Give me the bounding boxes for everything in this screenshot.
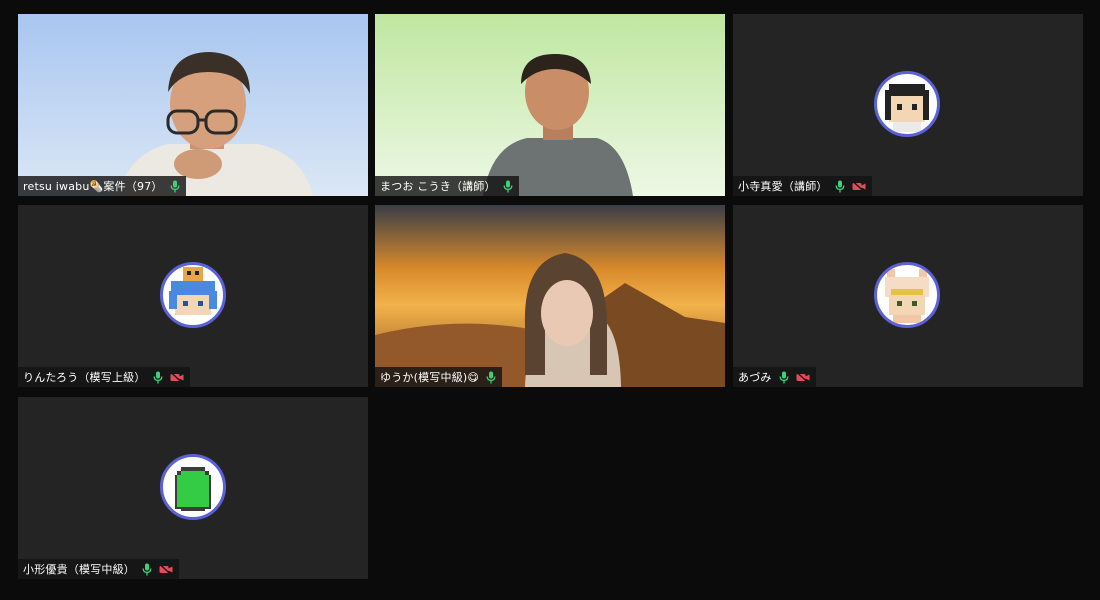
participant-namebar-7: 小形優貴（模写中級）	[18, 559, 179, 579]
participant-tile-5[interactable]: ゆうか(模写中級)😋	[375, 205, 725, 387]
camera-off-icon[interactable]	[159, 563, 173, 575]
participant-namebar-6: あづみ	[733, 367, 816, 387]
camera-off-icon[interactable]	[170, 371, 184, 383]
participant-name-6: あづみ	[738, 371, 772, 384]
microphone-icon[interactable]	[142, 563, 152, 576]
participant-tile-2[interactable]: まつお こうき（講師）	[375, 14, 725, 196]
participant-video-5	[375, 205, 725, 387]
participant-name-3: 小寺真愛（講師）	[738, 180, 828, 193]
participant-namebar-3: 小寺真愛（講師）	[733, 176, 872, 196]
avatar	[160, 454, 226, 520]
avatar	[874, 262, 940, 328]
microphone-icon[interactable]	[170, 180, 180, 193]
participant-tile-4[interactable]: りんたろう（模写上級）	[18, 205, 368, 387]
participant-tile-6[interactable]: あづみ	[733, 205, 1083, 387]
participant-tile-1[interactable]: retsu iwabu🌯案件（97）	[18, 14, 368, 196]
participant-video-2	[375, 14, 725, 196]
participant-name-4: りんたろう（模写上級）	[23, 371, 146, 384]
camera-off-icon[interactable]	[796, 371, 810, 383]
microphone-icon[interactable]	[486, 371, 496, 384]
avatar	[160, 262, 226, 328]
participant-namebar-2: まつお こうき（講師）	[375, 176, 519, 196]
participant-namebar-4: りんたろう（模写上級）	[18, 367, 190, 387]
participant-tile-7[interactable]: 小形優貴（模写中級）	[18, 397, 368, 579]
participant-namebar-5: ゆうか(模写中級)😋	[375, 367, 503, 387]
participant-name-2: まつお こうき（講師）	[380, 180, 496, 193]
microphone-icon[interactable]	[779, 371, 789, 384]
avatar	[874, 71, 940, 137]
camera-off-icon[interactable]	[852, 180, 866, 192]
participant-namebar-1: retsu iwabu🌯案件（97）	[18, 176, 186, 196]
microphone-icon[interactable]	[503, 180, 513, 193]
participant-tile-3[interactable]: 小寺真愛（講師）	[733, 14, 1083, 196]
participant-video-1	[18, 14, 368, 196]
participant-name-7: 小形優貴（模写中級）	[23, 563, 135, 576]
microphone-icon[interactable]	[835, 180, 845, 193]
participant-name-5: ゆうか(模写中級)😋	[380, 371, 480, 384]
participant-name-1: retsu iwabu🌯案件（97）	[23, 180, 163, 193]
microphone-icon[interactable]	[153, 371, 163, 384]
